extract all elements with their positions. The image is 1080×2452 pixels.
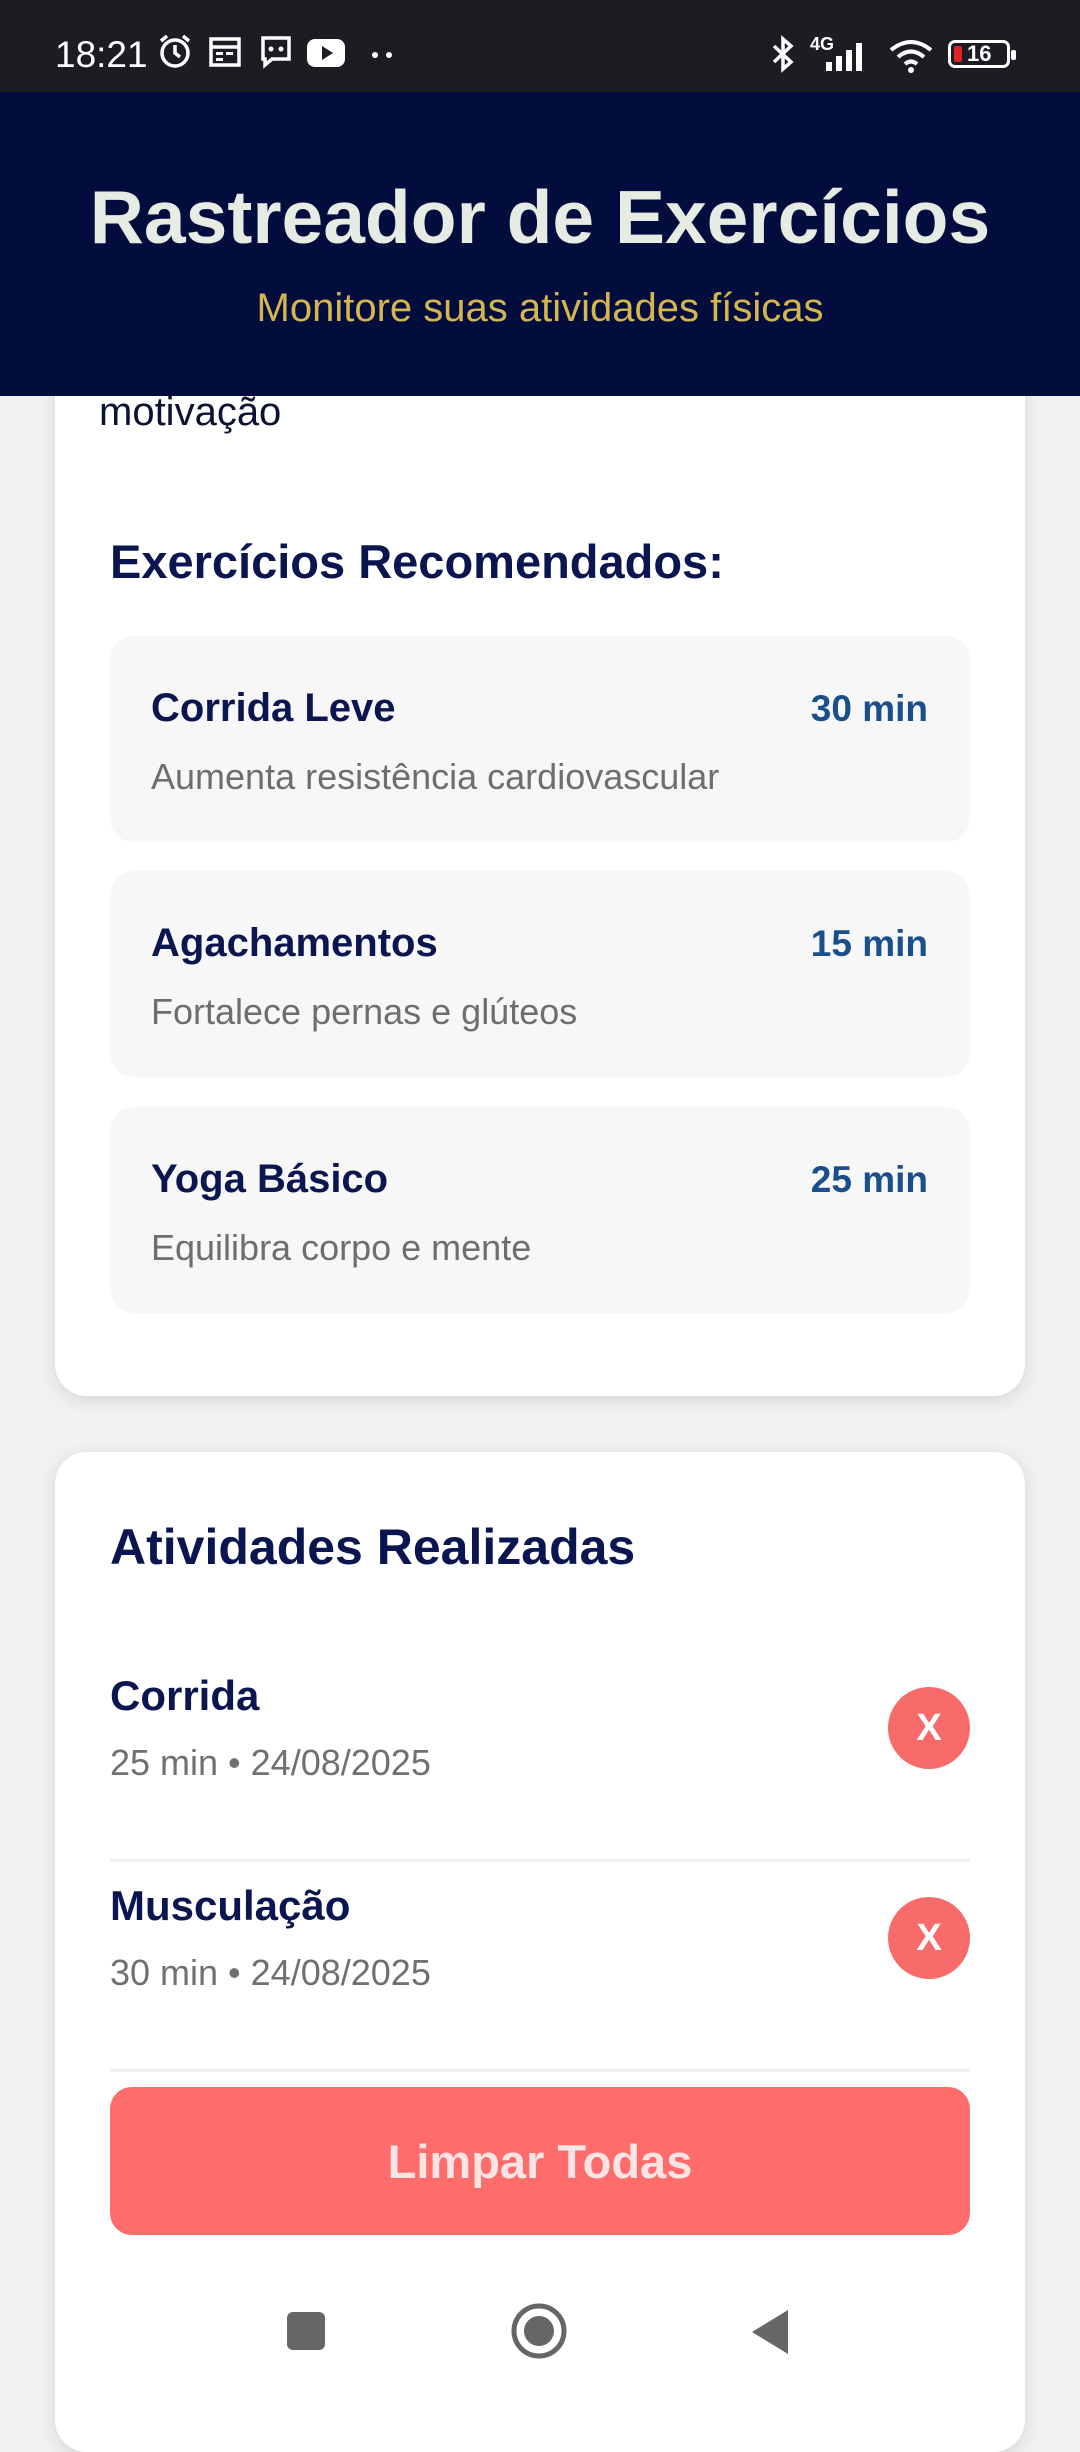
recommendation-item[interactable]: Yoga Básico 25 min Equilibra corpo e men… <box>110 1107 970 1313</box>
more-dots-icon <box>372 52 392 58</box>
status-bar: 18:21 4G 16 <box>0 0 1080 92</box>
status-time: 18:21 <box>55 34 148 75</box>
message-icon <box>261 36 291 69</box>
recommendation-description: Fortalece pernas e glúteos <box>151 991 578 1032</box>
page-subtitle: Monitore suas atividades físicas <box>256 286 824 330</box>
delete-activity-button[interactable]: X <box>888 1897 970 1979</box>
clear-all-button[interactable]: Limpar Todas <box>110 2087 970 2235</box>
recommended-title: Exercícios Recomendados: <box>110 535 724 588</box>
page-title: Rastreador de Exercícios <box>89 175 991 259</box>
recommendation-name: Agachamentos <box>151 921 438 965</box>
youtube-icon <box>307 39 345 67</box>
recommendation-item[interactable]: Corrida Leve 30 min Aumenta resistência … <box>110 636 970 842</box>
home-button-icon[interactable] <box>510 2302 568 2360</box>
battery-percent: 16 <box>967 41 992 66</box>
navigation-bar <box>0 2280 1080 2400</box>
wifi-icon <box>889 40 933 73</box>
recommendation-duration: 15 min <box>810 923 928 964</box>
recommendation-duration: 25 min <box>810 1159 928 1200</box>
back-button-icon[interactable] <box>750 2308 792 2356</box>
signal-icon <box>826 43 862 71</box>
activity-meta: 25 min • 24/08/2025 <box>110 1742 431 1783</box>
alarm-icon <box>159 34 191 68</box>
activity-name: Corrida <box>110 1672 260 1719</box>
activity-meta: 30 min • 24/08/2025 <box>110 1952 431 1993</box>
recommendation-description: Equilibra corpo e mente <box>151 1227 532 1268</box>
app-header: Rastreador de Exercícios Monitore suas a… <box>0 92 1080 396</box>
activity-name: Musculação <box>110 1882 351 1929</box>
recommendation-description: Aumenta resistência cardiovascular <box>151 756 720 797</box>
recents-button-icon[interactable] <box>285 2310 327 2352</box>
recommendation-item[interactable]: Agachamentos 15 min Fortalece pernas e g… <box>110 871 970 1077</box>
recommendation-name: Corrida Leve <box>151 686 396 730</box>
recommendation-duration: 30 min <box>810 688 928 729</box>
delete-activity-button[interactable]: X <box>888 1687 970 1769</box>
calendar-icon <box>209 37 241 67</box>
activities-title: Atividades Realizadas <box>110 1519 636 1575</box>
bluetooth-icon <box>772 35 794 73</box>
battery-icon: 16 <box>948 40 1016 68</box>
activity-row: Musculação 30 min • 24/08/2025 X <box>110 1862 970 2072</box>
activity-row: Corrida 25 min • 24/08/2025 X <box>110 1652 970 1862</box>
recommendation-name: Yoga Básico <box>151 1157 389 1201</box>
tip-text-partial: motivação <box>99 390 282 434</box>
